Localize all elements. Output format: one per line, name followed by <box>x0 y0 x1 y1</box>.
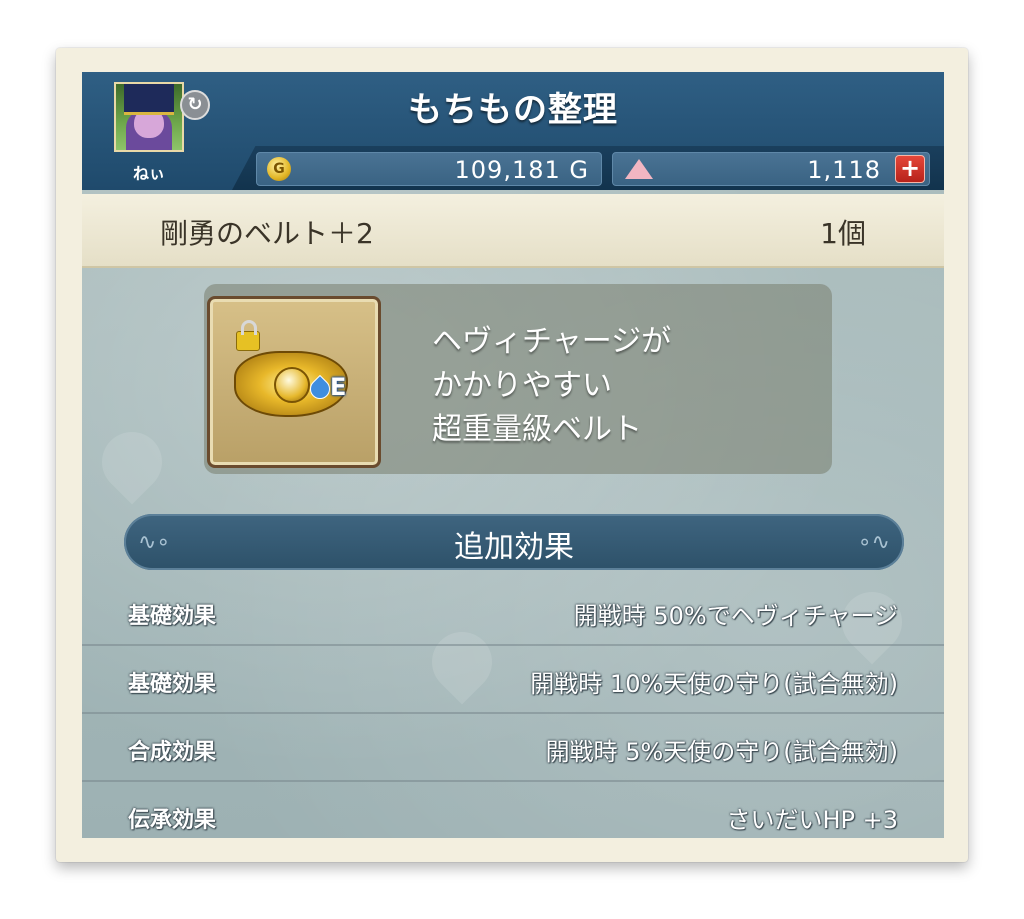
gem-amount: 1,118 <box>807 156 881 184</box>
gold-coin-icon: G <box>267 157 291 181</box>
item-description-line: ヘヴィチャージが <box>432 324 672 359</box>
effect-label: 合成効果 <box>128 740 217 765</box>
gold-amount: 109,181 G <box>454 156 589 184</box>
section-title: 追加効果 <box>454 530 574 565</box>
item-icon-frame: E <box>207 296 381 468</box>
belt-buckle <box>274 367 310 403</box>
effect-label: 基礎効果 <box>128 672 217 697</box>
gem-display: 1,118 + <box>612 152 930 186</box>
flourish-right-icon: ∘∿ <box>857 530 890 555</box>
effect-label: 伝承効果 <box>128 808 217 833</box>
player-name: ねぃ <box>132 164 165 183</box>
effect-value: さいだいHP +3 <box>726 806 898 834</box>
gold-display: G 109,181 G <box>256 152 602 186</box>
additional-effects-header: ∿∘ 追加効果 ∘∿ <box>124 514 904 570</box>
effect-row: 基礎効果 開戦時 50%でヘヴィチャージ <box>82 578 944 646</box>
background-slime-decoration <box>89 419 175 505</box>
item-count: 1個 <box>820 217 866 250</box>
equipped-letter: E <box>330 373 347 401</box>
equipped-badge: E <box>305 373 352 404</box>
effect-label: 基礎効果 <box>128 604 217 629</box>
add-gems-button[interactable]: + <box>895 155 925 183</box>
effect-value: 開戦時 5%天使の守り(試合無効) <box>545 738 898 766</box>
effect-row: 基礎効果 開戦時 10%天使の守り(試合無効) <box>82 646 944 714</box>
item-name-bar: 剛勇のベルト＋2 1個 <box>82 194 944 268</box>
item-description-line: かかりやすい <box>432 368 612 403</box>
page-title: もちもの整理 <box>408 90 618 130</box>
inventory-screen: ↻ ねぃ もちもの整理 G 109,181 G 1,118 + 剛勇のベルト＋2… <box>82 72 944 838</box>
lock-icon <box>236 320 260 351</box>
effect-value: 開戦時 10%天使の守り(試合無効) <box>530 670 898 698</box>
effect-row: 合成効果 開戦時 5%天使の守り(試合無効) <box>82 714 944 782</box>
item-name: 剛勇のベルト＋2 <box>160 217 374 250</box>
effect-row: 伝承効果 さいだいHP +3 <box>82 782 944 838</box>
gem-icon <box>625 159 653 179</box>
header-bar: ↻ ねぃ もちもの整理 G 109,181 G 1,118 + <box>82 72 944 190</box>
item-description: ヘヴィチャージが かかりやすい 超重量級ベルト <box>432 320 812 452</box>
item-description-line: 超重量級ベルト <box>432 412 642 447</box>
effect-value: 開戦時 50%でヘヴィチャージ <box>573 602 898 630</box>
